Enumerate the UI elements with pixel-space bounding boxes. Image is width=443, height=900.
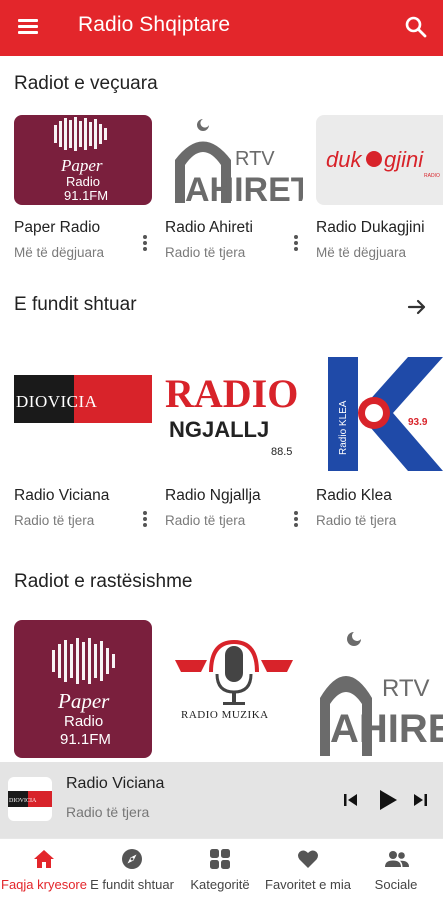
- more-options-icon[interactable]: [139, 233, 151, 255]
- rtv-ahiret-logo: RTV AHIRET: [165, 115, 303, 205]
- station-card-radio-ngjallja[interactable]: RADIO NGJALLJ 88.5 Radio Ngjallja Radio …: [165, 355, 305, 528]
- nav-item-home[interactable]: Faqja kryesore: [0, 839, 88, 900]
- station-category: Radio të tjera: [165, 245, 246, 260]
- nav-label: Favoritet e mia: [265, 877, 351, 892]
- rtv-ahiret-logo: RTV AHIRET: [316, 620, 443, 758]
- svg-text:duk: duk: [326, 147, 362, 172]
- station-category: Radio të tjera: [14, 513, 95, 528]
- station-category: Radio të tjera: [165, 513, 246, 528]
- nav-item-categories[interactable]: Kategoritë: [176, 839, 264, 900]
- station-card-radio-klea[interactable]: Radio KLEA 93.9 Radio Klea Radio të tjer…: [316, 355, 443, 528]
- station-card-radio-dukagjini[interactable]: duk gjini RADIO Radio Dukagjini Më të dë…: [316, 115, 443, 260]
- station-name: Radio Klea: [316, 487, 392, 504]
- svg-text:RADIO: RADIO: [165, 371, 298, 416]
- skip-previous-icon[interactable]: [342, 791, 360, 814]
- svg-text:Radio: Radio: [66, 174, 100, 189]
- dukagjini-logo: duk gjini RADIO: [316, 115, 443, 205]
- svg-text:RTV: RTV: [382, 675, 430, 702]
- play-icon[interactable]: [374, 787, 400, 818]
- station-name: Paper Radio: [14, 219, 101, 236]
- bottom-navigation: Faqja kryesore E fundit shtuar Kategorit…: [0, 838, 443, 900]
- station-category: Më të dëgjuara: [14, 245, 105, 260]
- radio-klea-logo: Radio KLEA 93.9: [316, 355, 443, 473]
- section-title-featured: Radiot e veçuara: [14, 73, 158, 94]
- section-title-random: Radiot e rastësishme: [14, 571, 193, 592]
- station-card-radio-ahireti[interactable]: RTV AHIRET Radio Ahireti Radio të tjera: [165, 115, 305, 260]
- svg-text:Radio: Radio: [64, 713, 103, 730]
- svg-text:Paper: Paper: [57, 689, 110, 713]
- station-card-radio-viciana[interactable]: DIOVICIA Radio Viciana Radio të tjera: [14, 355, 154, 528]
- svg-text:DIOVICIA: DIOVICIA: [16, 392, 98, 411]
- station-card-paper-radio-random[interactable]: Paper Radio 91.1FM: [14, 620, 154, 758]
- svg-text:RTV: RTV: [235, 148, 275, 170]
- svg-text:93.9: 93.9: [408, 417, 428, 428]
- nav-label: Kategoritë: [190, 877, 250, 892]
- more-options-icon[interactable]: [139, 509, 151, 531]
- nav-item-social[interactable]: Sociale: [352, 839, 443, 900]
- svg-text:Paper: Paper: [60, 156, 103, 175]
- now-playing-subtitle: Radio të tjera: [66, 804, 150, 820]
- station-name: Radio Ahireti: [165, 219, 253, 236]
- svg-text:91.1FM: 91.1FM: [64, 188, 108, 203]
- station-category: Më të dëgjuara: [316, 245, 407, 260]
- home-icon: [33, 848, 55, 870]
- radio-viciana-logo: DIOVICIA: [14, 355, 152, 473]
- nav-label: E fundit shtuar: [90, 877, 174, 892]
- svg-text:AHIRET: AHIRET: [185, 171, 303, 205]
- search-icon[interactable]: [403, 14, 429, 40]
- station-card-radio-muzika[interactable]: RADIO MUZIKA: [165, 620, 305, 758]
- mini-player[interactable]: DIOVICIA Radio Viciana Radio të tjera: [0, 762, 443, 838]
- app-title: Radio Shqiptare: [78, 13, 231, 36]
- nav-label: Sociale: [374, 877, 418, 892]
- nav-item-favorites[interactable]: Favoritet e mia: [264, 839, 352, 900]
- station-category: Radio të tjera: [316, 513, 397, 528]
- compass-icon: [121, 848, 143, 870]
- arrow-right-icon[interactable]: [405, 295, 429, 319]
- svg-text:AHIRET: AHIRET: [330, 707, 443, 751]
- radio-muzika-logo: RADIO MUZIKA: [165, 620, 303, 758]
- more-options-icon[interactable]: [290, 509, 302, 531]
- station-name: Radio Dukagjini: [316, 219, 425, 236]
- skip-next-icon[interactable]: [411, 791, 429, 814]
- station-name: Radio Viciana: [14, 487, 110, 504]
- heart-icon: [297, 848, 319, 870]
- station-card-radio-ahireti-random[interactable]: RTV AHIRET: [316, 620, 443, 758]
- svg-text:gjini: gjini: [384, 147, 424, 172]
- svg-text:91.1FM: 91.1FM: [60, 731, 111, 748]
- more-options-icon[interactable]: [290, 233, 302, 255]
- svg-text:RADIO MUZIKA: RADIO MUZIKA: [181, 709, 269, 721]
- now-playing-thumbnail: DIOVICIA: [8, 777, 52, 821]
- grid-icon: [209, 848, 231, 870]
- svg-text:88.5: 88.5: [271, 446, 292, 458]
- app-bar: Radio Shqiptare: [0, 0, 443, 56]
- station-card-paper-radio[interactable]: Paper Radio 91.1FM Paper Radio Më të dëg…: [14, 115, 154, 260]
- now-playing-title: Radio Viciana: [66, 775, 165, 792]
- nav-label: Faqja kryesore: [1, 877, 87, 892]
- svg-text:NGJALLJ: NGJALLJ: [169, 417, 269, 442]
- hamburger-menu-icon[interactable]: [14, 16, 42, 40]
- section-title-recently-added: E fundit shtuar: [14, 294, 137, 315]
- svg-text:RADIO: RADIO: [424, 173, 440, 179]
- radio-ngjallja-logo: RADIO NGJALLJ 88.5: [165, 355, 303, 473]
- paper-radio-logo: Paper Radio 91.1FM: [14, 115, 152, 205]
- nav-item-recent[interactable]: E fundit shtuar: [88, 839, 176, 900]
- station-name: Radio Ngjallja: [165, 487, 261, 504]
- svg-text:DIOVICIA: DIOVICIA: [9, 798, 37, 804]
- svg-text:Radio KLEA: Radio KLEA: [338, 400, 349, 455]
- people-icon: [385, 848, 409, 870]
- paper-radio-logo: Paper Radio 91.1FM: [14, 620, 152, 758]
